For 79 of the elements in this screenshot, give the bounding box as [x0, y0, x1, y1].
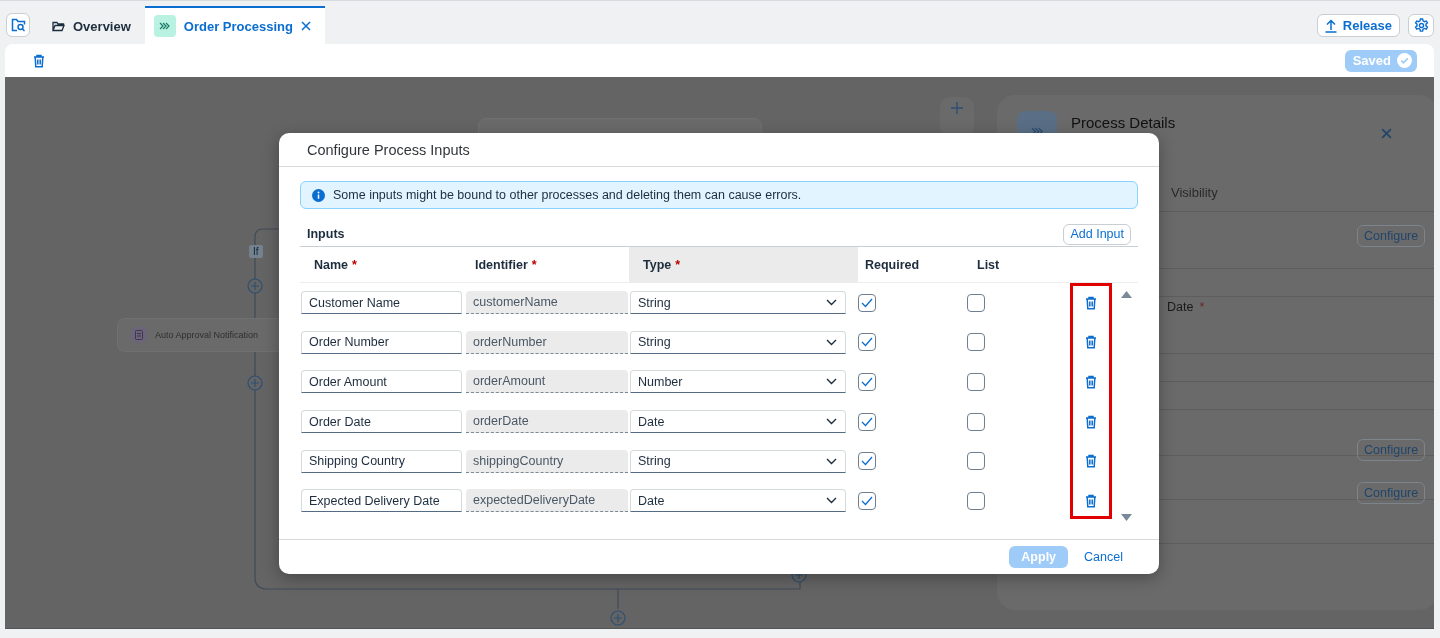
tab[interactable]: Order Processing [144, 6, 325, 44]
upload-icon [1324, 18, 1337, 33]
chevron-down-icon [826, 378, 837, 386]
name-field[interactable]: Expected Delivery Date [301, 489, 462, 513]
search-folder-button[interactable] [6, 13, 30, 37]
identifier-field[interactable]: orderDate [466, 410, 628, 434]
name-field[interactable]: Shipping Country [301, 449, 462, 473]
delete-button[interactable] [1085, 335, 1097, 350]
required-checkbox[interactable] [858, 491, 876, 510]
info-icon [312, 188, 325, 202]
process-chip-icon [153, 15, 176, 37]
release-button[interactable]: Release [1316, 14, 1400, 37]
column-header: List [976, 256, 1001, 274]
trash-icon [1085, 375, 1097, 389]
delete-button[interactable] [1085, 295, 1097, 310]
list-checkbox[interactable] [967, 293, 985, 312]
chevron-down-icon [826, 338, 837, 346]
type-select[interactable]: Date [630, 410, 846, 434]
column-header: Identifier * [474, 256, 538, 274]
info-message: Some inputs might be bound to other processes and deleting them can cause errors. [333, 188, 802, 202]
list-checkbox[interactable] [967, 452, 985, 471]
column-header: Name * [313, 256, 358, 274]
name-field[interactable]: Order Number [301, 330, 462, 354]
trash-icon [1085, 335, 1097, 350]
settings-icon [1413, 18, 1429, 33]
identifier-field[interactable]: orderNumber [466, 330, 628, 354]
list-checkbox[interactable] [967, 491, 985, 510]
delete-button[interactable] [1085, 414, 1097, 429]
delete-button[interactable] [1085, 493, 1097, 508]
column-header: Type * [629, 247, 858, 282]
cancel-button[interactable]: Cancel [1076, 550, 1131, 564]
required-checkbox[interactable] [858, 333, 876, 352]
scroll-up-icon[interactable] [1120, 291, 1132, 298]
document-icon [131, 327, 147, 343]
required-checkbox[interactable] [858, 412, 876, 431]
identifier-field[interactable]: customerName [466, 291, 628, 315]
list-checkbox[interactable] [967, 373, 985, 391]
type-select[interactable]: Number [630, 370, 846, 394]
panel-title: Process Details [1071, 114, 1176, 131]
required-checkbox[interactable] [858, 293, 876, 312]
section-title: Inputs [307, 227, 345, 241]
identifier-field[interactable]: shippingCountry [466, 449, 628, 473]
trash-icon [1085, 295, 1097, 310]
trash-icon [1085, 493, 1097, 508]
name-field[interactable]: Order Amount [301, 370, 462, 394]
check-circle-icon [1397, 53, 1412, 68]
folder-search-icon [10, 18, 26, 32]
chevron-down-icon [826, 299, 837, 307]
chevron-down-icon [826, 497, 837, 505]
chevron-down-icon [826, 418, 837, 426]
type-select[interactable]: String [630, 330, 846, 354]
folder-icon [52, 20, 65, 32]
branch-label: If [249, 245, 263, 258]
close-icon[interactable] [300, 21, 311, 31]
identifier-field[interactable]: orderAmount [466, 370, 628, 394]
chevron-down-icon [826, 457, 837, 465]
name-field[interactable]: Order Date [301, 410, 462, 434]
trash-icon [33, 53, 45, 68]
settings-button[interactable] [1408, 14, 1434, 37]
plus-icon [951, 102, 963, 114]
list-checkbox[interactable] [967, 412, 985, 431]
tab[interactable]: Overview [38, 6, 145, 44]
required-checkbox[interactable] [858, 452, 876, 471]
dialog-title: Configure Process Inputs [279, 133, 1159, 167]
type-select[interactable]: String [630, 449, 846, 473]
delete-button[interactable] [1085, 375, 1097, 389]
trash-icon [1085, 454, 1097, 469]
column-header: Required [864, 256, 921, 274]
name-field[interactable]: Customer Name [301, 291, 462, 315]
required-checkbox[interactable] [858, 373, 876, 391]
type-select[interactable]: String [630, 291, 846, 315]
type-select[interactable]: Date [630, 489, 846, 513]
scroll-down-icon[interactable] [1120, 513, 1132, 521]
add-input-button[interactable]: Add Input [1063, 223, 1131, 245]
list-checkbox[interactable] [967, 333, 985, 352]
field-label: Date * [1167, 300, 1205, 314]
trash-icon [1085, 414, 1097, 429]
delete-button[interactable] [1085, 454, 1097, 469]
identifier-field[interactable]: expectedDeliveryDate [466, 489, 628, 513]
